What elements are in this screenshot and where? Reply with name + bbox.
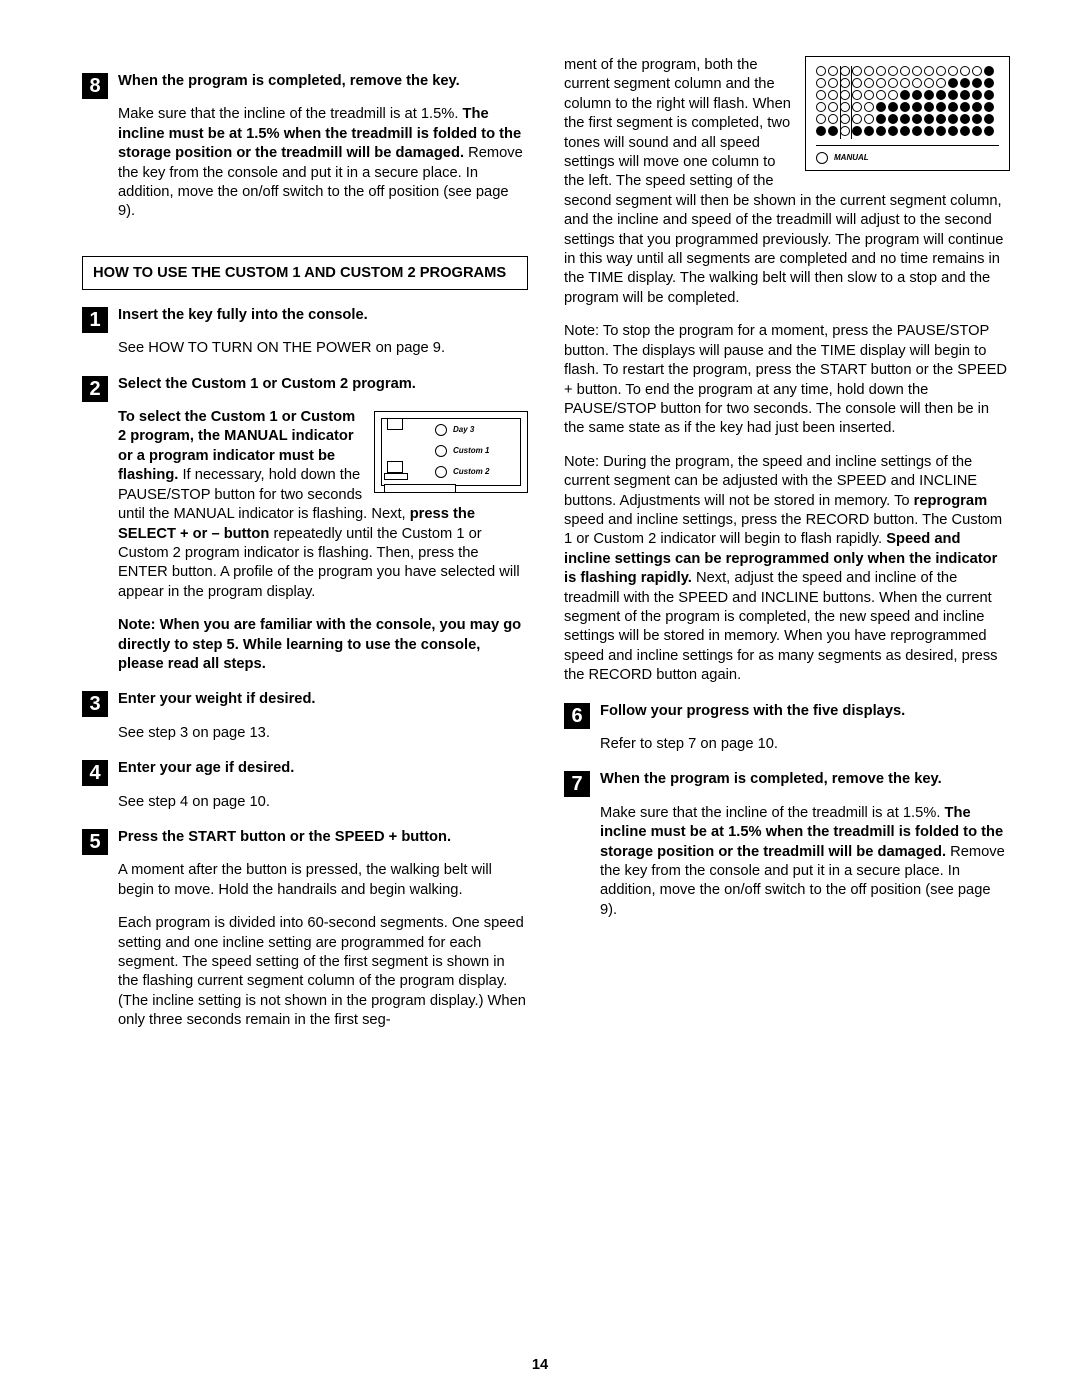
note-paragraph: Note: During the program, the speed and …	[564, 453, 1010, 686]
step-3: 3 Enter your weight if desired. See step…	[82, 690, 528, 743]
step-paragraph: See HOW TO TURN ON THE POWER on page 9.	[118, 339, 528, 358]
step-note: Note: When you are familiar with the con…	[118, 616, 528, 674]
step-title: Press the START button or the SPEED + bu…	[118, 828, 528, 847]
step-5: 5 Press the START button or the SPEED + …	[82, 828, 528, 1031]
step-title: Enter your age if desired.	[118, 759, 528, 778]
step-paragraph: Each program is divided into 60-second s…	[118, 914, 528, 1030]
page-number: 14	[0, 1357, 1080, 1373]
option-label: Day 3	[453, 425, 474, 436]
indicator-icon	[435, 466, 447, 478]
step-title: Follow your progress with the five displ…	[600, 702, 1010, 721]
console-diagram: Day 3 Custom 1 Custom 2	[374, 411, 528, 493]
step-number-box: 2	[82, 376, 108, 402]
step-number-box: 7	[564, 771, 590, 797]
section-box-heading: HOW TO USE THE CUSTOM 1 AND CUSTOM 2 PRO…	[82, 256, 528, 290]
step-number-box: 1	[82, 307, 108, 333]
indicator-icon	[435, 445, 447, 457]
left-column: 8 When the program is completed, remove …	[82, 56, 528, 1031]
option-label: Custom 1	[453, 446, 489, 457]
step-6: 6 Follow your progress with the five dis…	[564, 702, 1010, 755]
step-number-box: 3	[82, 691, 108, 717]
step-1: 1 Insert the key fully into the console.…	[82, 306, 528, 359]
indicator-icon	[435, 424, 447, 436]
step-2: 2 Select the Custom 1 or Custom 2 progra…	[82, 375, 528, 675]
program-profile-diagram: MANUAL	[805, 56, 1010, 171]
step-number-box: 4	[82, 760, 108, 786]
continuation-paragraph: MANUAL ment of the program, both the cur…	[564, 56, 1010, 308]
step-7: 7 When the program is completed, remove …	[564, 770, 1010, 920]
step-title: Select the Custom 1 or Custom 2 program.	[118, 375, 528, 394]
step-paragraph: See step 4 on page 10.	[118, 793, 528, 812]
step-paragraph: A moment after the button is pressed, th…	[118, 861, 528, 900]
step-paragraph: Make sure that the incline of the treadm…	[118, 105, 528, 221]
manual-label: MANUAL	[834, 153, 869, 164]
step-title: Insert the key fully into the console.	[118, 306, 528, 325]
right-column: MANUAL ment of the program, both the cur…	[564, 56, 1010, 1031]
step-paragraph: Refer to step 7 on page 10.	[600, 735, 1010, 754]
step-number-box: 6	[564, 703, 590, 729]
step-4: 4 Enter your age if desired. See step 4 …	[82, 759, 528, 812]
step-8: 8 When the program is completed, remove …	[82, 72, 528, 222]
indicator-icon	[816, 152, 828, 164]
step-title: Enter your weight if desired.	[118, 690, 528, 709]
step-paragraph: Make sure that the incline of the treadm…	[600, 804, 1010, 920]
step-number-box: 8	[82, 73, 108, 99]
step-paragraph: See step 3 on page 13.	[118, 724, 528, 743]
step-paragraph: Day 3 Custom 1 Custom 2 To select	[118, 408, 528, 602]
step-title: When the program is completed, remove th…	[600, 770, 1010, 789]
option-label: Custom 2	[453, 467, 489, 478]
note-paragraph: Note: To stop the program for a moment, …	[564, 322, 1010, 438]
step-number-box: 5	[82, 829, 108, 855]
step-title: When the program is completed, remove th…	[118, 72, 528, 91]
